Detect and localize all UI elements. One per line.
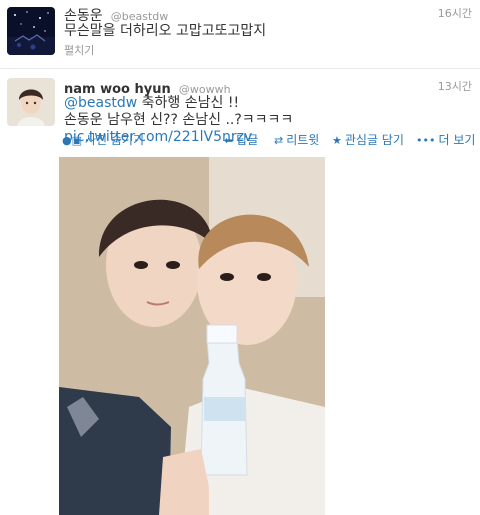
avatar[interactable]: [7, 78, 55, 126]
tweet-text-body: 손동운 남우현 신?? 손남신 ..?ㅋㅋㅋㅋ: [64, 112, 294, 128]
avatar[interactable]: [7, 7, 55, 55]
camera-icon: ●▣: [62, 134, 82, 147]
author-name[interactable]: 손동운: [64, 8, 103, 24]
more-label: 더 보기: [438, 133, 476, 147]
more-icon: •••: [416, 134, 436, 147]
tweet-text-rest: 축하행 손남신 !!: [137, 95, 240, 111]
hide-photo-button[interactable]: ●▣ 사진 숨기기: [62, 131, 144, 148]
tweet-time[interactable]: 16시간: [438, 5, 472, 21]
favorite-label: 관심글 담기: [344, 133, 404, 147]
reply-icon: ⬅: [224, 134, 234, 147]
tweet-text-line-1: @beastdw 축하행 손남신 !!: [64, 95, 472, 112]
avatar-image: [7, 7, 55, 55]
tweet-item[interactable]: nam woo hyun @wowwh 13시간 @beastdw 축하행 손남…: [0, 69, 480, 515]
tweet-header: nam woo hyun @wowwh 13시간: [64, 78, 472, 97]
more-button[interactable]: ••• 더 보기: [416, 131, 475, 148]
mention-link[interactable]: @beastdw: [64, 95, 137, 111]
tweet-actions: ●▣ 사진 숨기기 ⬅ 답글 ⇄ 리트윗 ★ 관심글 담기 ••• 더 보기: [62, 131, 475, 148]
retweet-label: 리트윗: [286, 133, 320, 147]
tweet-item[interactable]: 손동운 @beastdw 16시간 무슨말을 더하리오 고맙고또고맙지 펼치기: [0, 0, 480, 69]
tweet-photo[interactable]: [59, 157, 325, 515]
retweet-icon: ⇄: [274, 134, 284, 147]
tweet-header: 손동운 @beastdw 16시간: [64, 5, 472, 24]
hide-photo-label: 사진 숨기기: [85, 133, 145, 147]
reply-button[interactable]: ⬅ 답글: [224, 131, 258, 148]
author-handle[interactable]: @beastdw: [111, 10, 169, 23]
favorite-button[interactable]: ★ 관심글 담기: [332, 131, 404, 148]
avatar-image: [7, 78, 55, 126]
expand-link[interactable]: 펼치기: [64, 42, 94, 58]
photo-image: [59, 157, 325, 515]
tweet-time[interactable]: 13시간: [438, 78, 472, 94]
reply-label: 답글: [236, 133, 259, 147]
retweet-button[interactable]: ⇄ 리트윗: [274, 131, 319, 148]
tweet-text: 무슨말을 더하리오 고맙고또고맙지: [64, 23, 267, 39]
star-icon: ★: [332, 134, 342, 147]
